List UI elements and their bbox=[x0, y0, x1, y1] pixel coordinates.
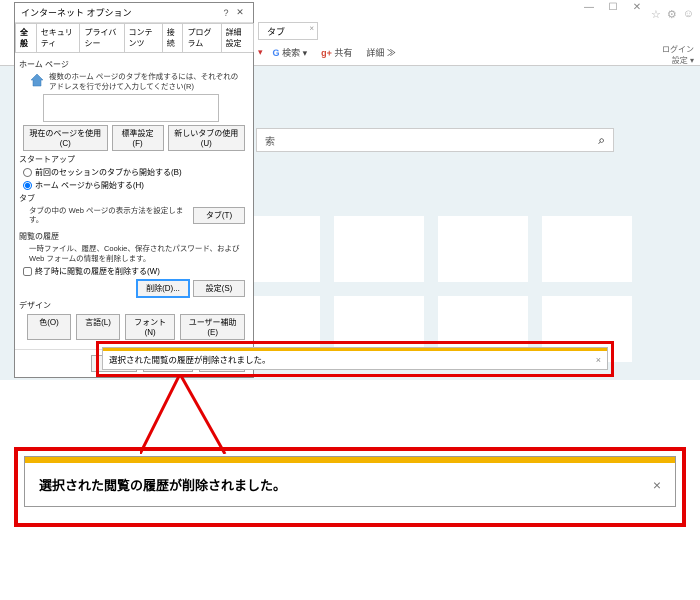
dialog-close-button[interactable]: ✕ bbox=[233, 7, 247, 18]
close-button[interactable]: ✕ bbox=[628, 2, 646, 16]
search-box[interactable]: 索 ⌕ bbox=[256, 128, 614, 152]
delete-on-exit-check[interactable]: 終了時に閲覧の履歴を削除する(W) bbox=[23, 266, 245, 277]
checkbox-label: 終了時に閲覧の履歴を削除する(W) bbox=[35, 266, 160, 277]
startup-radio-homepage[interactable]: ホーム ページから開始する(H) bbox=[23, 180, 245, 191]
titlebar-icons: ☆ ⚙ ☺ bbox=[651, 8, 694, 21]
notification-text-zoom: 選択された閲覧の履歴が削除されました。 bbox=[39, 475, 286, 494]
notification-bar-zoom: 選択された閲覧の履歴が削除されました。 × bbox=[24, 456, 676, 507]
design-group-label: デザイン bbox=[19, 300, 245, 311]
maximize-button[interactable]: ☐ bbox=[604, 2, 622, 16]
tabs-desc: タブの中の Web ページの表示方法を設定します。 bbox=[29, 206, 187, 226]
search-dropdown-icon[interactable]: ▾ bbox=[258, 47, 263, 58]
tab-label: タブ bbox=[267, 27, 285, 37]
feedback-icon[interactable]: ☺ bbox=[683, 8, 694, 21]
tab-advanced[interactable]: 詳細設定 bbox=[221, 23, 254, 52]
tab-content[interactable]: コンテンツ bbox=[124, 23, 163, 52]
use-newtab-button[interactable]: 新しいタブの使用(U) bbox=[168, 125, 245, 151]
tab-programs[interactable]: プログラム bbox=[182, 23, 221, 52]
dialog-title: インターネット オプション bbox=[21, 6, 219, 19]
history-group-label: 閲覧の履歴 bbox=[19, 231, 245, 242]
browser-tab[interactable]: タブ × bbox=[258, 22, 318, 40]
login-link[interactable]: ログイン bbox=[662, 45, 694, 54]
tile[interactable] bbox=[334, 216, 424, 282]
tile[interactable] bbox=[438, 216, 528, 282]
accessibility-button[interactable]: ユーザー補助(E) bbox=[180, 314, 245, 340]
notification-bar: 選択された閲覧の履歴が削除されました。 × bbox=[102, 347, 608, 370]
tab-strip: タブ × bbox=[258, 22, 318, 40]
delete-history-button[interactable]: 削除(D)... bbox=[137, 280, 189, 297]
command-bar: ▾ G 検索 ▾ g+ 共有 詳細 ≫ bbox=[258, 44, 694, 61]
languages-button[interactable]: 言語(L) bbox=[76, 314, 120, 340]
radio-label: ホーム ページから開始する(H) bbox=[35, 180, 144, 191]
search-button[interactable]: G 検索 ▾ bbox=[269, 44, 312, 61]
favorites-icon[interactable]: ☆ bbox=[651, 8, 661, 21]
settings-link[interactable]: 設定 bbox=[672, 56, 688, 65]
homepage-group-label: ホーム ページ bbox=[19, 59, 245, 70]
use-current-button[interactable]: 現在のページを使用(C) bbox=[23, 125, 108, 151]
tile[interactable] bbox=[542, 216, 632, 282]
tab-close-icon[interactable]: × bbox=[309, 24, 314, 33]
help-button[interactable]: ? bbox=[219, 8, 233, 18]
window-controls: — ☐ ✕ bbox=[580, 2, 646, 16]
dialog-titlebar: インターネット オプション ? ✕ bbox=[15, 3, 253, 23]
dialog-body: ホーム ページ 複数のホーム ページのタブを作成するには、それぞれのアドレスを行… bbox=[15, 53, 253, 349]
annotation-pointer bbox=[140, 374, 240, 454]
startup-group-label: スタートアップ bbox=[19, 154, 245, 165]
notification-text: 選択された閲覧の履歴が削除されました。 bbox=[109, 354, 271, 366]
history-settings-button[interactable]: 設定(S) bbox=[193, 280, 245, 297]
home-icon bbox=[29, 72, 45, 88]
internet-options-dialog: インターネット オプション ? ✕ 全般 セキュリティ プライバシー コンテンツ… bbox=[14, 2, 254, 378]
use-default-button[interactable]: 標準設定(F) bbox=[112, 125, 164, 151]
tab-connections[interactable]: 接続 bbox=[162, 23, 184, 52]
tab-privacy[interactable]: プライバシー bbox=[79, 23, 124, 52]
settings-icon[interactable]: ⚙ bbox=[667, 8, 677, 21]
tab-security[interactable]: セキュリティ bbox=[36, 23, 81, 52]
colors-button[interactable]: 色(O) bbox=[27, 314, 71, 340]
checkbox-input[interactable] bbox=[23, 267, 32, 276]
startup-radio-last-session[interactable]: 前回のセッションのタブから開始する(B) bbox=[23, 167, 245, 178]
homepage-input[interactable] bbox=[43, 94, 219, 122]
tabs-button[interactable]: タブ(T) bbox=[193, 207, 245, 224]
fonts-button[interactable]: フォント(N) bbox=[125, 314, 175, 340]
search-label: 索 bbox=[257, 133, 283, 148]
tabs-group-label: タブ bbox=[19, 193, 245, 204]
share-button[interactable]: g+ 共有 bbox=[317, 44, 356, 61]
notification-close-icon[interactable]: × bbox=[596, 355, 601, 365]
radio-input[interactable] bbox=[23, 181, 32, 190]
minimize-button[interactable]: — bbox=[580, 2, 598, 16]
notification-close-icon[interactable]: × bbox=[653, 477, 661, 493]
search-icon[interactable]: ⌕ bbox=[590, 133, 613, 148]
dialog-tabs: 全般 セキュリティ プライバシー コンテンツ 接続 プログラム 詳細設定 bbox=[15, 23, 253, 53]
tab-general[interactable]: 全般 bbox=[15, 23, 37, 52]
radio-label: 前回のセッションのタブから開始する(B) bbox=[35, 167, 182, 178]
homepage-desc: 複数のホーム ページのタブを作成するには、それぞれのアドレスを行で分けて入力して… bbox=[49, 72, 245, 92]
history-desc: 一時ファイル、履歴、Cookie、保存されたパスワード、および Web フォーム… bbox=[29, 244, 245, 264]
radio-input[interactable] bbox=[23, 168, 32, 177]
login-area: ログイン 設定 ▾ bbox=[662, 44, 694, 66]
more-button[interactable]: 詳細 ≫ bbox=[362, 44, 400, 61]
